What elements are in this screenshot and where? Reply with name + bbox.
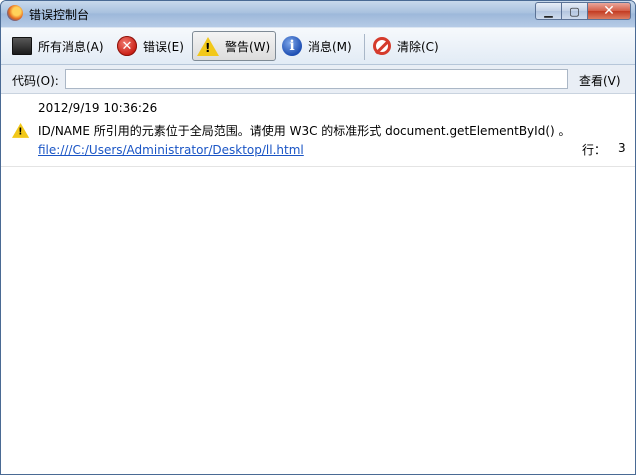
console-list[interactable]: 2012/9/19 10:36:26 ! ID/NAME 所引用的元素位于全局范… [1, 94, 635, 474]
code-label: 代码(O): [12, 74, 59, 88]
warnings-label: 警告(W) [225, 39, 271, 54]
messages-button[interactable]: i 消息(M) [278, 31, 358, 61]
warnings-button[interactable]: ! 警告(W) [192, 31, 276, 61]
entry-source-link[interactable]: file:///C:/Users/Administrator/Desktop/l… [38, 143, 304, 157]
monitor-icon [12, 37, 32, 55]
all-messages-label: 所有消息(A) [38, 39, 104, 54]
entry-line-label: 行： [582, 143, 607, 157]
maximize-icon: ▢ [569, 4, 580, 18]
entry-timestamp: 2012/9/19 10:36:26 [38, 101, 158, 115]
error-icon: ✕ [117, 36, 137, 56]
toolbar-separator [364, 34, 365, 60]
errors-button[interactable]: ✕ 错误(E) [113, 31, 189, 61]
minimize-icon: ▁ [544, 4, 553, 18]
code-input[interactable] [65, 69, 568, 89]
close-button[interactable]: ✕ [587, 2, 631, 20]
title-bar[interactable]: 错误控制台 ▁ ▢ ✕ [1, 1, 635, 27]
info-icon: i [282, 36, 302, 56]
entry-message: ID/NAME 所引用的元素位于全局范围。请使用 W3C 的标准形式 docum… [38, 124, 571, 138]
clear-label: 清除(C) [397, 39, 439, 54]
all-messages-button[interactable]: 所有消息(A) [8, 31, 108, 61]
console-entry[interactable]: 2012/9/19 10:36:26 ! ID/NAME 所引用的元素位于全局范… [1, 94, 635, 167]
code-bar: 代码(O): 查看(V) [1, 65, 635, 94]
maximize-button[interactable]: ▢ [561, 2, 587, 20]
minimize-button[interactable]: ▁ [535, 2, 561, 20]
filter-toolbar: 所有消息(A) ✕ 错误(E) ! 警告(W) i 消息(M) 清除(C) [1, 28, 635, 65]
clear-icon [373, 37, 391, 55]
messages-label: 消息(M) [308, 39, 352, 54]
window-title: 错误控制台 [29, 8, 90, 22]
clear-button[interactable]: 清除(C) [369, 31, 445, 61]
window-controls: ▁ ▢ ✕ [535, 2, 631, 21]
close-icon: ✕ [603, 3, 615, 19]
warning-icon: ! [12, 123, 30, 138]
evaluate-button[interactable]: 查看(V) [579, 72, 621, 89]
errors-label: 错误(E) [143, 39, 184, 54]
firefox-icon [7, 5, 23, 21]
warning-icon: ! [197, 36, 219, 56]
entry-line-number: 3 [618, 141, 626, 155]
error-console-window: 错误控制台 ▁ ▢ ✕ 所有消息(A) ✕ 错误(E) ! 警告(W) i 消息… [0, 0, 636, 475]
